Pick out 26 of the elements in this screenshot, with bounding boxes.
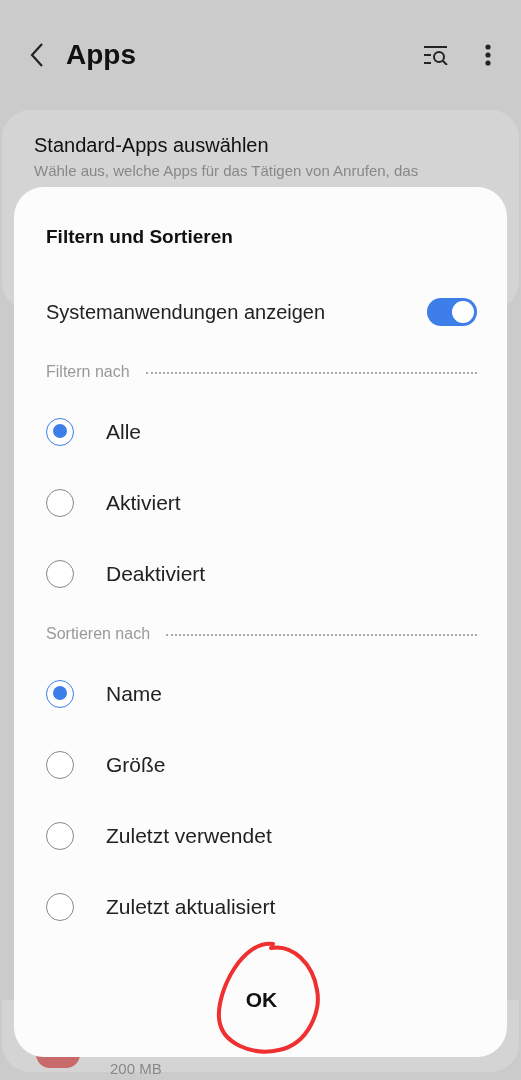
option-label: Größe [106, 751, 166, 778]
card-title: Standard-Apps auswählen [34, 133, 270, 158]
option-label: Zuletzt aktualisiert [106, 893, 276, 920]
section-header: Filtern nach [46, 361, 130, 382]
page-title: Apps [66, 38, 136, 72]
option-label: Aktiviert [106, 489, 181, 516]
option-label: Name [106, 680, 163, 707]
radio-button[interactable] [46, 892, 74, 921]
section-header: Sortieren nach [46, 623, 151, 644]
back-icon[interactable] [30, 42, 44, 68]
radio-button[interactable] [46, 559, 74, 588]
option-label: Deaktiviert [106, 560, 206, 587]
radio-button[interactable] [46, 417, 74, 446]
option-label: Alle [106, 418, 142, 445]
toggle-switch[interactable] [427, 298, 477, 326]
radio-button[interactable] [46, 488, 74, 517]
ok-button[interactable]: OK [225, 975, 298, 1024]
radio-button[interactable] [46, 821, 74, 850]
more-options-icon[interactable] [485, 44, 491, 66]
radio-button[interactable] [46, 750, 74, 779]
app-size: 200 MB [110, 1059, 162, 1079]
dialog-title: Filtern und Sortieren [46, 225, 234, 249]
toggle-label: Systemanwendungen anzeigen [46, 300, 326, 325]
option-label: Zuletzt verwendet [106, 822, 272, 849]
card-description: Wähle aus, welche Apps für das Tätigen von Anrufen, das [34, 161, 420, 181]
radio-button[interactable] [46, 679, 74, 708]
